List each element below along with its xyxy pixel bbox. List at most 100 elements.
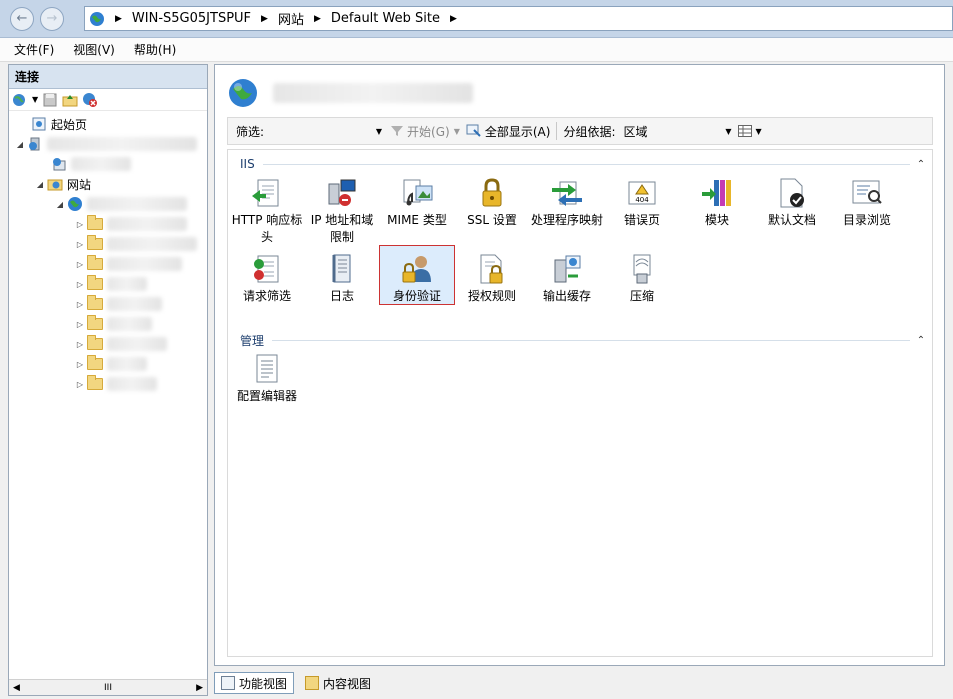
modules-icon <box>700 176 734 210</box>
expand-arrow-icon[interactable]: ▷ <box>75 280 85 289</box>
mime-types-icon <box>400 176 434 210</box>
folder-icon <box>87 335 103 350</box>
expand-arrow-icon[interactable]: ▷ <box>75 300 85 309</box>
expand-arrow-icon[interactable]: ▷ <box>75 340 85 349</box>
dropdown-arrow-icon[interactable]: ▼ <box>454 127 460 136</box>
connect-globe-icon[interactable] <box>12 92 28 108</box>
feature-authorization-rules[interactable]: 授权规则 <box>455 252 529 305</box>
scroll-right-icon[interactable]: ▶ <box>196 683 203 693</box>
tab-content-view[interactable]: 内容视图 <box>298 672 378 694</box>
dropdown-arrow-icon[interactable]: ▼ <box>376 127 382 136</box>
feature-ssl-settings[interactable]: SSL 设置 <box>455 176 529 229</box>
sites-folder-icon <box>47 179 63 191</box>
page-title <box>227 75 473 111</box>
menu-file[interactable]: 文件(F) <box>14 41 54 58</box>
grid-view-icon <box>737 125 752 137</box>
tree-item-folder[interactable]: ▷ <box>75 295 162 313</box>
tree-item-folder[interactable]: ▷ <box>75 275 147 293</box>
start-button[interactable]: 开始(G) <box>390 123 450 140</box>
expand-arrow-icon[interactable]: ▷ <box>75 360 85 369</box>
feature-ip-restrictions[interactable]: IP 地址和域限制 <box>305 176 379 246</box>
collapse-arrow-icon[interactable]: ◢ <box>55 200 65 209</box>
dropdown-arrow-icon[interactable]: ▼ <box>32 95 38 104</box>
group-by-select[interactable]: 区域 ▼ <box>624 123 732 140</box>
disconnect-icon[interactable] <box>82 92 98 108</box>
handler-mappings-icon <box>550 176 584 210</box>
save-icon[interactable] <box>42 92 58 108</box>
breadcrumb-sites[interactable]: 网站 <box>278 9 304 28</box>
tree-item-server[interactable]: ◢ <box>15 135 197 153</box>
tree-item-folder[interactable]: ▷ <box>75 315 152 333</box>
menu-help[interactable]: 帮助(H) <box>134 41 176 58</box>
feature-handler-mappings[interactable]: 处理程序映射 <box>530 176 604 229</box>
tree-item-sites[interactable]: ◢ 网站 <box>35 175 91 193</box>
menu-view[interactable]: 视图(V) <box>73 41 115 58</box>
feature-request-filtering[interactable]: 请求筛选 <box>230 252 304 305</box>
output-caching-icon <box>550 252 584 286</box>
feature-modules[interactable]: 模块 <box>680 176 754 229</box>
scroll-left-icon[interactable]: ◀ <box>13 683 20 693</box>
tree-item-folder[interactable]: ▷ <box>75 335 167 353</box>
feature-http-response-headers[interactable]: HTTP 响应标头 <box>230 176 304 246</box>
group-header-iis[interactable]: IIS ⌃ <box>240 156 928 172</box>
back-button[interactable]: ← <box>10 7 34 31</box>
breadcrumb-server[interactable]: WIN-S5G05JTSPUF <box>132 11 251 26</box>
compression-icon <box>625 252 659 286</box>
tree-item-folder[interactable]: ▷ <box>75 235 197 253</box>
expand-arrow-icon[interactable]: ▷ <box>75 220 85 229</box>
tree-item-folder[interactable]: ▷ <box>75 255 182 273</box>
dropdown-arrow-icon: ▼ <box>725 126 732 136</box>
filter-label: 筛选: <box>236 124 265 139</box>
tree-item-start-page[interactable]: 起始页 <box>19 115 87 133</box>
logging-icon <box>325 252 359 286</box>
group-header-management[interactable]: 管理 ⌃ <box>240 332 928 348</box>
show-all-button[interactable]: 全部显示(A) <box>466 123 550 140</box>
feature-mime-types[interactable]: MIME 类型 <box>380 176 454 229</box>
feature-directory-browsing[interactable]: 目录浏览 <box>830 176 904 229</box>
tree-item-folder[interactable]: ▷ <box>75 215 187 233</box>
scroll-thumb-grip[interactable]: III <box>104 683 112 693</box>
expand-arrow-icon[interactable]: ▷ <box>75 380 85 389</box>
forward-button[interactable]: → <box>40 7 64 31</box>
tree-item-site[interactable]: ◢ <box>55 195 187 213</box>
authorization-rules-icon <box>475 252 509 286</box>
feature-configuration-editor[interactable]: 配置编辑器 <box>230 352 304 405</box>
redacted-folder-name <box>107 237 197 251</box>
chevron-right-icon: ▶ <box>115 13 122 24</box>
view-mode-button[interactable]: ▼ <box>737 125 762 137</box>
tree-item-folder[interactable]: ▷ <box>75 375 157 393</box>
expand-arrow-icon[interactable]: ▷ <box>75 260 85 269</box>
tree-item-folder[interactable]: ▷ <box>75 355 147 373</box>
feature-authentication[interactable]: 身份验证 <box>379 245 455 305</box>
expand-arrow-icon[interactable]: ▷ <box>75 240 85 249</box>
redacted-folder-name <box>107 277 147 291</box>
feature-default-document[interactable]: 默认文档 <box>755 176 829 229</box>
redacted-folder-name <box>107 257 182 271</box>
chevron-right-icon: ▶ <box>261 13 268 24</box>
tree-item-app-pools[interactable] <box>39 155 131 173</box>
collapse-arrow-icon[interactable]: ◢ <box>15 140 25 149</box>
features-pane: 筛选: ▼ 开始(G) ▼ 全部显示(A) 分组依据: 区域 ▼ ▼ IIS ⌃ <box>214 64 945 666</box>
application-pools-icon <box>53 158 66 171</box>
horizontal-scrollbar[interactable]: ◀ III ▶ <box>9 679 207 695</box>
feature-error-pages[interactable]: 404 错误页 <box>605 176 679 229</box>
expand-arrow-icon[interactable]: ▷ <box>75 320 85 329</box>
chevron-up-icon[interactable]: ⌃ <box>914 159 928 170</box>
up-folder-icon[interactable] <box>62 92 78 108</box>
breadcrumb[interactable]: ▶ WIN-S5G05JTSPUF ▶ 网站 ▶ Default Web Sit… <box>84 6 953 31</box>
feature-output-caching[interactable]: 输出缓存 <box>530 252 604 305</box>
filter-input[interactable]: ▼ <box>264 121 382 141</box>
folder-icon <box>87 255 103 270</box>
tree-label-start-page: 起始页 <box>51 117 88 132</box>
collapse-arrow-icon[interactable]: ◢ <box>35 180 45 189</box>
http-response-headers-icon <box>250 176 284 210</box>
redacted-folder-name <box>107 297 162 311</box>
feature-compression[interactable]: 压缩 <box>605 252 679 305</box>
tab-feature-view[interactable]: 功能视图 <box>214 672 295 694</box>
folder-icon <box>87 295 103 310</box>
chevron-up-icon[interactable]: ⌃ <box>914 335 928 346</box>
feature-logging[interactable]: 日志 <box>305 252 379 305</box>
filter-toolbar: 筛选: ▼ 开始(G) ▼ 全部显示(A) 分组依据: 区域 ▼ ▼ <box>227 117 933 145</box>
breadcrumb-site[interactable]: Default Web Site <box>331 11 440 26</box>
group-by-label: 分组依据: <box>563 124 616 139</box>
